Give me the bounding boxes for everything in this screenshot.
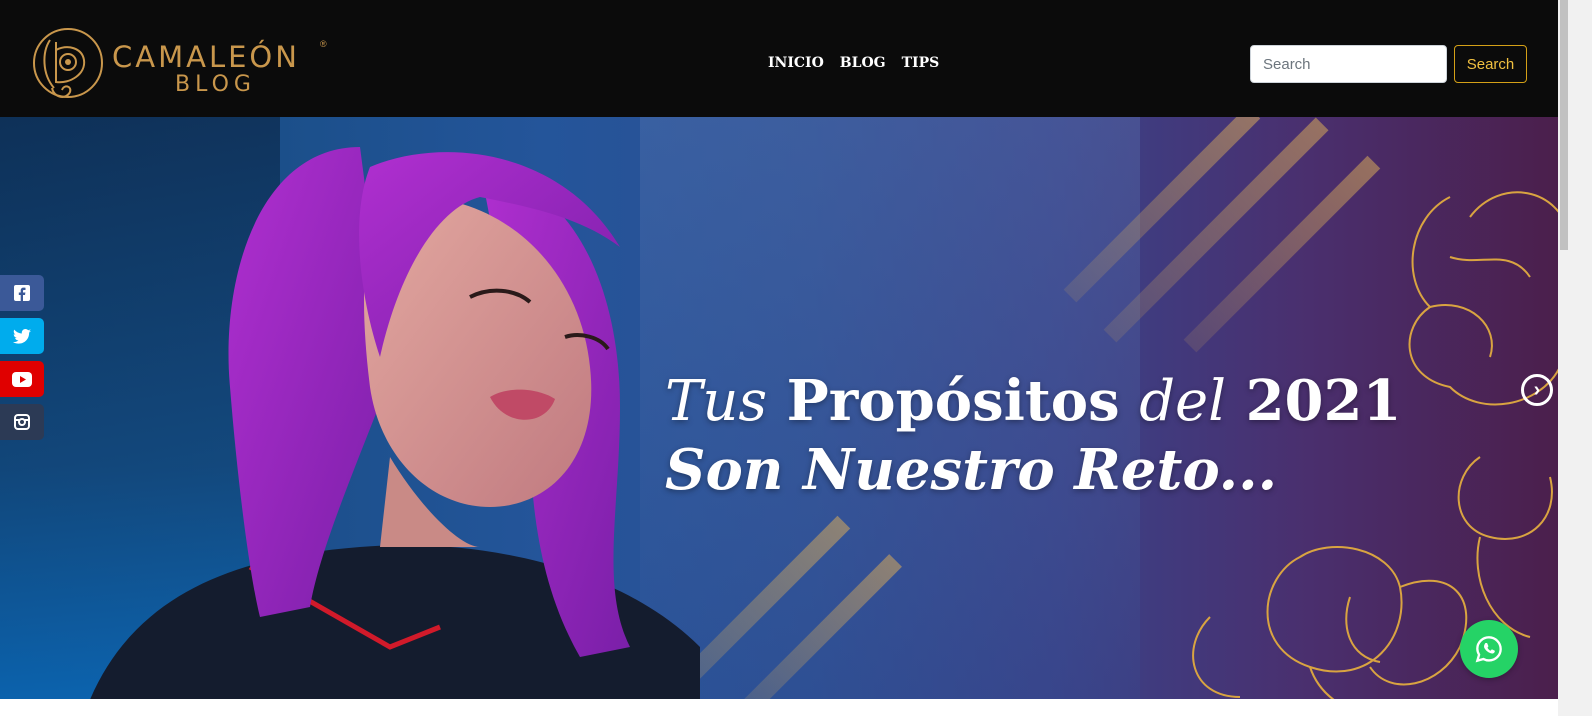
instagram-share-button[interactable] [0, 404, 44, 440]
hero-slider: Tus Propósitos del 2021 Son Nuestro Reto… [0, 117, 1558, 699]
whatsapp-icon [1475, 636, 1502, 663]
hero-title-word: Propósitos [786, 368, 1120, 434]
gold-flowers-decoration [1192, 191, 1558, 699]
instagram-icon [14, 414, 30, 430]
youtube-icon [12, 371, 32, 387]
slider-next-button[interactable]: › [1521, 374, 1553, 406]
nav-item-blog[interactable]: BLOG [840, 55, 886, 71]
twitter-share-button[interactable] [0, 318, 44, 354]
facebook-share-button[interactable] [0, 275, 44, 311]
youtube-share-button[interactable] [0, 361, 44, 397]
whatsapp-button[interactable] [1460, 620, 1518, 678]
brand-name: CAMALEÓN [112, 40, 300, 74]
search-button[interactable]: Search [1454, 45, 1527, 83]
nav-item-inicio[interactable]: INICIO [768, 55, 824, 71]
nav-item-tips[interactable]: TIPS [902, 55, 940, 71]
woman-purple-hair-image [90, 147, 700, 699]
brand-logo[interactable]: CAMALEÓN ® BLOG [30, 22, 330, 104]
main-nav: INICIO BLOG TIPS [768, 55, 939, 71]
chameleon-eye-icon [33, 28, 103, 98]
page-content-start [0, 699, 1558, 716]
chevron-right-icon: › [1533, 378, 1541, 401]
site-header: CAMALEÓN ® BLOG INICIO BLOG TIPS Search [0, 0, 1558, 117]
twitter-icon [13, 328, 31, 344]
hero-title-word: Tus [665, 369, 768, 434]
registered-mark: ® [320, 39, 327, 49]
search-input[interactable] [1250, 45, 1447, 83]
facebook-icon [14, 285, 30, 301]
page-scrollbar-thumb[interactable] [1560, 0, 1568, 250]
brand-subtitle: BLOG [175, 72, 256, 97]
